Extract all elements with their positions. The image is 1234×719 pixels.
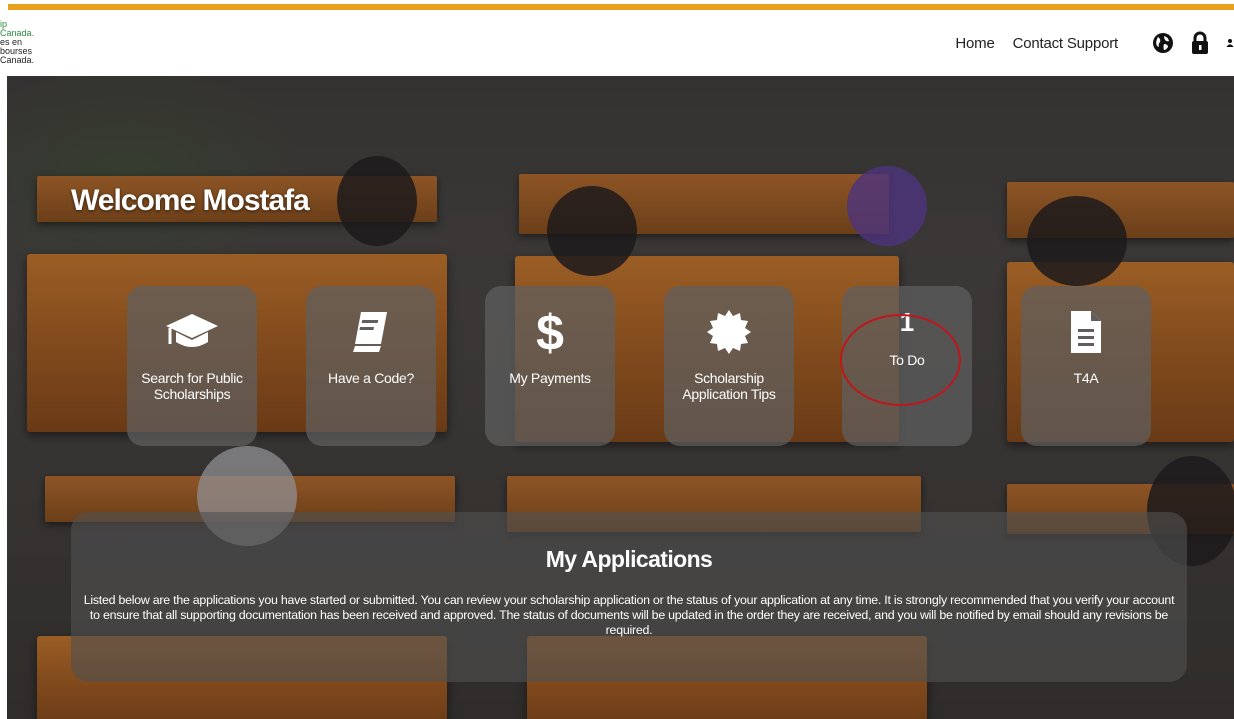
nav-contact-support-link[interactable]: Contact Support [1013, 35, 1119, 52]
welcome-heading: Welcome Mostafa [71, 184, 310, 217]
tile-to-do[interactable]: 1 To Do [842, 286, 972, 446]
hero-background: Welcome Mostafa Search for Public Schola… [7, 76, 1234, 719]
tile-label: T4A [1073, 370, 1099, 386]
tile-label: Search for Public Scholarships [141, 370, 243, 402]
tile-scholarship-application-tips[interactable]: Scholarship Application Tips [664, 286, 794, 446]
logo[interactable]: ip Canada. es en bourses Canada. [0, 20, 54, 64]
tile-t4a[interactable]: T4A [1021, 286, 1151, 446]
tile-label: Scholarship Application Tips [682, 370, 776, 402]
todo-count: 1 [899, 307, 915, 337]
top-nav: Home Contact Support [955, 10, 1234, 76]
tile-my-payments[interactable]: $ My Payments [485, 286, 615, 446]
my-applications-description: Listed below are the applications you ha… [83, 593, 1175, 637]
logo-line: Canada. [0, 55, 35, 65]
lock-icon[interactable] [1190, 31, 1210, 55]
document-icon [1069, 304, 1103, 360]
logo-line: es en bourses [0, 37, 33, 56]
tile-label: To Do [889, 352, 925, 368]
tile-label: Have a Code? [328, 370, 414, 386]
badge-icon [706, 304, 752, 360]
site-header: ip Canada. es en bourses Canada. Home Co… [0, 10, 1234, 76]
svg-text:$: $ [536, 306, 564, 358]
globe-icon[interactable] [1152, 32, 1174, 54]
my-applications-panel: My Applications Listed below are the app… [71, 512, 1187, 682]
tile-search-public-scholarships[interactable]: Search for Public Scholarships [127, 286, 257, 446]
my-applications-title: My Applications [545, 546, 713, 572]
user-icon[interactable] [1226, 32, 1234, 54]
tile-have-a-code[interactable]: Have a Code? [306, 286, 436, 446]
graduation-cap-icon [164, 304, 220, 360]
dollar-icon: $ [535, 304, 565, 360]
book-icon [351, 304, 391, 360]
nav-home-link[interactable]: Home [955, 35, 994, 52]
tile-label: My Payments [509, 370, 591, 386]
